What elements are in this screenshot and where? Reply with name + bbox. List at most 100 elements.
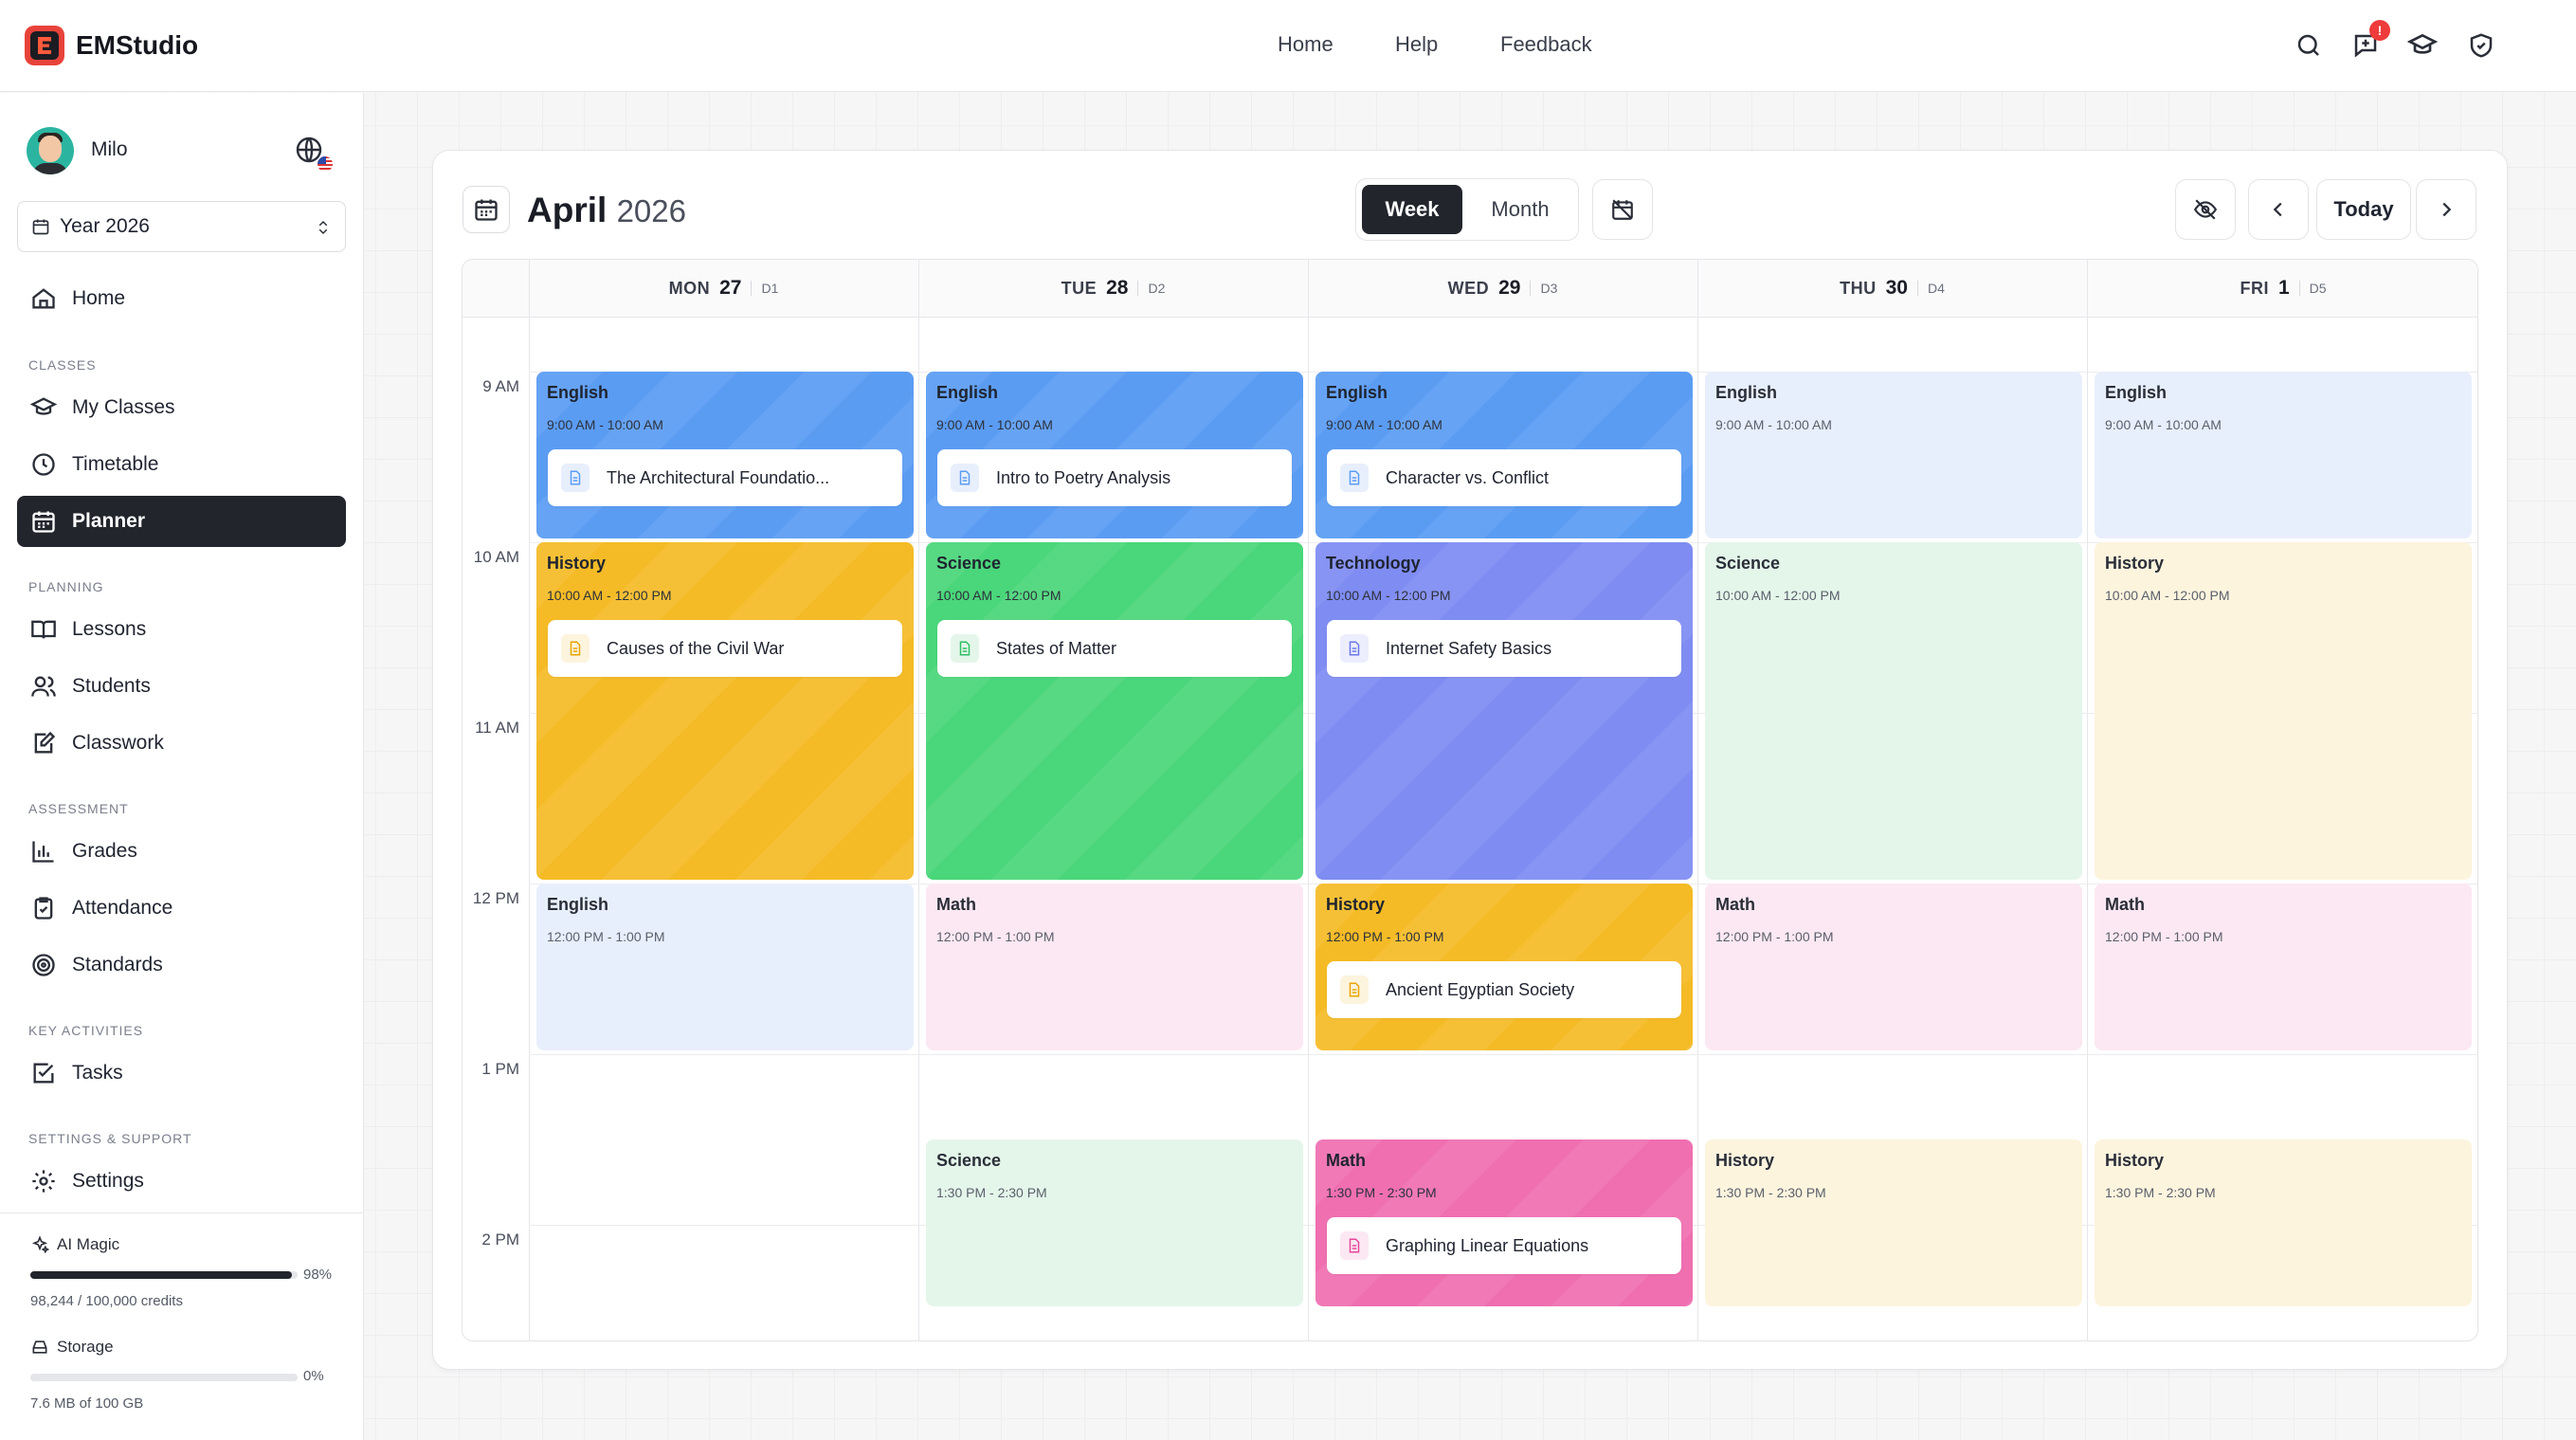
year-select[interactable]: Year 2026 (17, 201, 346, 252)
gear-icon (32, 1170, 55, 1193)
nav-help-link[interactable]: Help (1395, 32, 1438, 57)
class-event[interactable]: Math 12:00 PM - 1:00 PM (926, 884, 1303, 1050)
day-header-mon[interactable]: MON 27 D1 (529, 260, 918, 317)
calendar-off-button[interactable] (1592, 179, 1653, 240)
hour-line (529, 1054, 2477, 1055)
section-label-assessment: ASSESSMENT (28, 801, 129, 816)
class-event[interactable]: History 10:00 AM - 12:00 PM (2095, 542, 2472, 880)
nav-home-link[interactable]: Home (1278, 32, 1333, 57)
previous-week-button[interactable] (2248, 179, 2309, 240)
event-time: 10:00 AM - 12:00 PM (936, 588, 1061, 603)
search-icon[interactable] (2292, 28, 2326, 63)
us-flag-icon (317, 155, 334, 173)
sidebar-item-home[interactable]: Home (17, 273, 346, 324)
column-divider (1697, 260, 1698, 1340)
sidebar-item-timetable[interactable]: Timetable (17, 439, 346, 490)
lesson-card[interactable]: Causes of the Civil War (548, 620, 902, 677)
sidebar-item-planner[interactable]: Planner (17, 496, 346, 547)
document-icon (951, 634, 979, 663)
class-event[interactable]: English 9:00 AM - 10:00 AM Character vs.… (1315, 372, 1693, 538)
section-label-settings-support: SETTINGS & SUPPORT (28, 1131, 192, 1146)
class-event[interactable]: Science 10:00 AM - 12:00 PM States of Ma… (926, 542, 1303, 880)
class-event[interactable]: Technology 10:00 AM - 12:00 PM Internet … (1315, 542, 1693, 880)
lesson-title: States of Matter (996, 638, 1117, 658)
class-event[interactable]: English 9:00 AM - 10:00 AM Intro to Poet… (926, 372, 1303, 538)
day-header-thu[interactable]: THU 30 D4 (1697, 260, 2087, 317)
class-event[interactable]: English 9:00 AM - 10:00 AM (2095, 372, 2472, 538)
bar-chart-icon (32, 841, 54, 863)
ai-magic-credits: 98,244 / 100,000 credits (30, 1293, 183, 1309)
class-event[interactable]: Science 1:30 PM - 2:30 PM (926, 1139, 1303, 1306)
event-time: 1:30 PM - 2:30 PM (936, 1185, 1047, 1200)
nav-feedback-link[interactable]: Feedback (1500, 32, 1592, 57)
book-open-icon (31, 620, 56, 639)
class-event[interactable]: History 1:30 PM - 2:30 PM (2095, 1139, 2472, 1306)
shield-check-icon[interactable] (2464, 28, 2498, 63)
month-title: April 2026 (527, 191, 686, 230)
target-icon (32, 954, 55, 976)
sidebar-item-students[interactable]: Students (17, 661, 346, 712)
lesson-title: Character vs. Conflict (1386, 467, 1550, 487)
document-icon (1340, 634, 1369, 663)
next-week-button[interactable] (2416, 179, 2476, 240)
day-header-wed[interactable]: WED 29 D3 (1308, 260, 1697, 317)
day-header-tue[interactable]: TUE 28 D2 (918, 260, 1308, 317)
event-time: 12:00 PM - 1:00 PM (547, 929, 665, 944)
sidebar-item-settings[interactable]: Settings (17, 1156, 346, 1207)
lesson-card[interactable]: The Architectural Foundatio... (548, 449, 902, 506)
avatar[interactable] (27, 127, 74, 174)
sidebar-item-attendance[interactable]: Attendance (17, 883, 346, 934)
header-divider (463, 317, 2477, 318)
class-event[interactable]: English 9:00 AM - 10:00 AM The Architect… (536, 372, 914, 538)
sidebar-item-label: My Classes (72, 396, 175, 418)
event-time: 10:00 AM - 12:00 PM (2105, 588, 2230, 603)
graduation-cap-icon (30, 397, 57, 415)
class-event[interactable]: Math 12:00 PM - 1:00 PM (2095, 884, 2472, 1050)
hard-drive-icon (32, 1340, 47, 1354)
storage-progress-bar (30, 1374, 298, 1381)
event-subject: English (2105, 383, 2168, 402)
month-view-button[interactable]: Month (1468, 185, 1572, 234)
event-time: 10:00 AM - 12:00 PM (1326, 588, 1451, 603)
week-view-button[interactable]: Week (1362, 185, 1462, 234)
class-event[interactable]: History 12:00 PM - 1:00 PM Ancient Egypt… (1315, 884, 1693, 1050)
lesson-card[interactable]: Internet Safety Basics (1327, 620, 1681, 677)
day-header-fri[interactable]: FRI 1 D5 (2087, 260, 2477, 317)
document-icon (561, 464, 590, 492)
lesson-card[interactable]: States of Matter (937, 620, 1292, 677)
emstudio-logo[interactable] (25, 26, 64, 65)
sparkles-icon (31, 1235, 49, 1254)
checkbox-icon (33, 1063, 54, 1084)
sidebar-item-grades[interactable]: Grades (17, 826, 346, 877)
sidebar-item-lessons[interactable]: Lessons (17, 604, 346, 655)
hide-button[interactable] (2175, 179, 2236, 240)
chevron-right-icon (2442, 202, 2452, 217)
sidebar-item-my-classes[interactable]: My Classes (17, 382, 346, 433)
column-divider (918, 260, 919, 1340)
lesson-title: Internet Safety Basics (1386, 638, 1552, 658)
today-button[interactable]: Today (2316, 179, 2411, 240)
class-event[interactable]: History 10:00 AM - 12:00 PM Causes of th… (536, 542, 914, 880)
sidebar-item-standards[interactable]: Standards (17, 939, 346, 991)
event-time: 10:00 AM - 12:00 PM (547, 588, 672, 603)
event-subject: History (2105, 1151, 2165, 1170)
class-event[interactable]: History 1:30 PM - 2:30 PM (1705, 1139, 2082, 1306)
class-event[interactable]: English 12:00 PM - 1:00 PM (536, 884, 914, 1050)
lesson-card[interactable]: Ancient Egyptian Society (1327, 961, 1681, 1018)
class-event[interactable]: Math 1:30 PM - 2:30 PM Graphing Linear E… (1315, 1139, 1693, 1306)
day-date: 28 (1106, 277, 1129, 299)
sidebar-item-classwork[interactable]: Classwork (17, 718, 346, 769)
lesson-card[interactable]: Graphing Linear Equations (1327, 1217, 1681, 1274)
lesson-card[interactable]: Character vs. Conflict (1327, 449, 1681, 506)
brand-name[interactable]: EMStudio (76, 30, 198, 61)
lesson-card[interactable]: Intro to Poetry Analysis (937, 449, 1292, 506)
sidebar-item-tasks[interactable]: Tasks (17, 1048, 346, 1099)
graduation-cap-icon[interactable] (2405, 28, 2440, 63)
users-icon (31, 676, 56, 697)
event-subject: Science (936, 554, 1002, 573)
class-event[interactable]: English 9:00 AM - 10:00 AM (1705, 372, 2082, 538)
document-icon (561, 634, 590, 663)
chevron-left-icon (2273, 202, 2282, 217)
class-event[interactable]: Math 12:00 PM - 1:00 PM (1705, 884, 2082, 1050)
class-event[interactable]: Science 10:00 AM - 12:00 PM (1705, 542, 2082, 880)
